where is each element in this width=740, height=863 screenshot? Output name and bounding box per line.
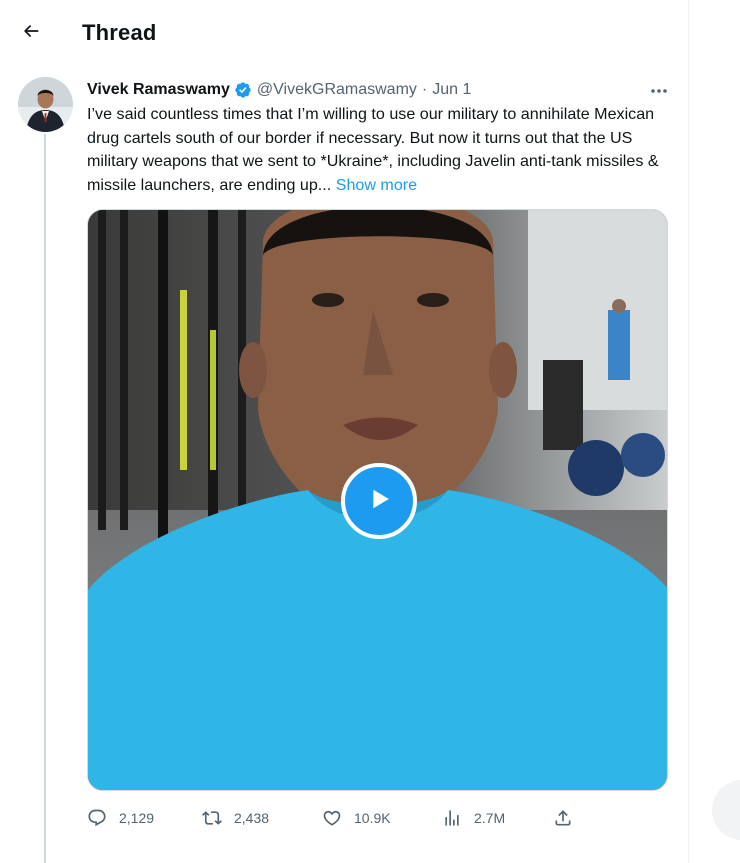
column-divider: [688, 0, 689, 863]
show-more-link[interactable]: Show more: [336, 176, 417, 194]
like-button[interactable]: 10.9K: [322, 805, 391, 831]
retweet-count: 2,438: [234, 810, 270, 826]
reply-icon: [87, 808, 107, 828]
thread-header: Thread: [0, 0, 689, 66]
more-options-button[interactable]: [644, 80, 674, 100]
back-button[interactable]: [16, 18, 46, 48]
reply-button[interactable]: 2,129: [87, 805, 154, 831]
play-button[interactable]: [341, 463, 417, 539]
tweet-header: Vivek Ramaswamy @VivekGRamaswamy · Jun 1: [87, 79, 471, 101]
share-icon: [553, 808, 573, 828]
page-title: Thread: [82, 20, 157, 45]
video-player[interactable]: [87, 209, 668, 791]
analytics-icon: [442, 808, 462, 828]
heart-icon: [322, 808, 342, 828]
floating-button-partial[interactable]: [712, 780, 740, 840]
arrow-left-icon: [21, 21, 41, 46]
avatar[interactable]: [18, 77, 73, 132]
reply-count: 2,129: [119, 810, 155, 826]
tweet-text: I’ve said countless times that I’m willi…: [87, 103, 677, 197]
view-count: 2.7M: [474, 810, 506, 826]
views-button[interactable]: 2.7M: [442, 805, 505, 831]
date-separator: ·: [421, 81, 428, 98]
thread-connector-line: [44, 134, 46, 863]
author-display-name[interactable]: Vivek Ramaswamy: [87, 81, 230, 99]
more-dots-icon: [650, 81, 668, 99]
author-handle[interactable]: @VivekGRamaswamy: [257, 81, 417, 99]
play-icon: [362, 482, 396, 521]
share-button[interactable]: [553, 805, 573, 831]
tweet-date[interactable]: Jun 1: [432, 81, 471, 99]
verified-badge-icon[interactable]: [234, 81, 252, 99]
retweet-icon: [202, 808, 222, 828]
tweet-actions: 2,129 2,438 10.9K 2.7M: [87, 805, 677, 831]
retweet-button[interactable]: 2,438: [202, 805, 269, 831]
thread-column: Thread Vivek Ramaswamy @VivekGRamaswamy …: [0, 0, 689, 863]
like-count: 10.9K: [354, 810, 391, 826]
